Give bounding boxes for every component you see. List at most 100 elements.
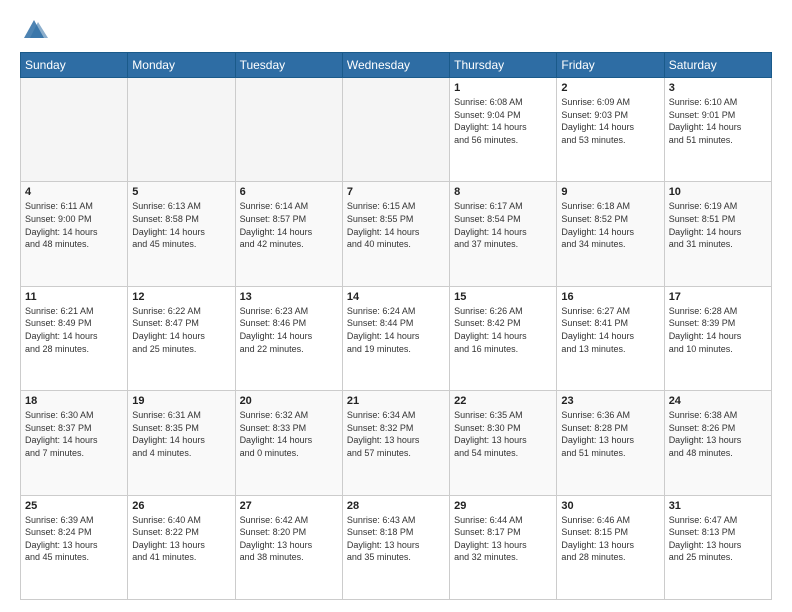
calendar-cell: 27 Sunrise: 6:42 AM Sunset: 8:20 PM Dayli… <box>235 495 342 599</box>
day-number: 16 <box>561 291 659 303</box>
day-number: 13 <box>240 291 338 303</box>
weekday-saturday: Saturday <box>664 53 771 78</box>
day-number: 19 <box>132 395 230 407</box>
day-number: 20 <box>240 395 338 407</box>
calendar-cell: 31 Sunrise: 6:47 AM Sunset: 8:13 PM Dayli… <box>664 495 771 599</box>
day-number: 29 <box>454 500 552 512</box>
day-number: 8 <box>454 186 552 198</box>
calendar-cell: 12 Sunrise: 6:22 AM Sunset: 8:47 PM Dayli… <box>128 286 235 390</box>
calendar-cell: 3Sunrise: 6:10 AM Sunset: 9:01 PM Daylig… <box>664 78 771 182</box>
day-info: Sunrise: 6:09 AM Sunset: 9:03 PM Dayligh… <box>561 96 659 146</box>
calendar-cell: 9 Sunrise: 6:18 AM Sunset: 8:52 PM Daylig… <box>557 182 664 286</box>
calendar-cell: 23 Sunrise: 6:36 AM Sunset: 8:28 PM Dayli… <box>557 391 664 495</box>
calendar-cell: 28 Sunrise: 6:43 AM Sunset: 8:18 PM Dayli… <box>342 495 449 599</box>
calendar-cell: 2 Sunrise: 6:09 AM Sunset: 9:03 PM Daylig… <box>557 78 664 182</box>
weekday-header-row: SundayMondayTuesdayWednesdayThursdayFrid… <box>21 53 772 78</box>
day-info: Sunrise: 6:42 AM Sunset: 8:20 PM Dayligh… <box>240 514 338 564</box>
calendar-table: SundayMondayTuesdayWednesdayThursdayFrid… <box>20 52 772 600</box>
calendar-cell: 20 Sunrise: 6:32 AM Sunset: 8:33 PM Dayli… <box>235 391 342 495</box>
day-number: 17 <box>669 291 767 303</box>
calendar-cell <box>235 78 342 182</box>
calendar-cell: 26 Sunrise: 6:40 AM Sunset: 8:22 PM Dayli… <box>128 495 235 599</box>
calendar-cell: 10 Sunrise: 6:19 AM Sunset: 8:51 PM Dayli… <box>664 182 771 286</box>
week-row-5: 25Sunrise: 6:39 AM Sunset: 8:24 PM Dayli… <box>21 495 772 599</box>
day-number: 14 <box>347 291 445 303</box>
day-info: Sunrise: 6:17 AM Sunset: 8:54 PM Dayligh… <box>454 200 552 250</box>
day-info: Sunrise: 6:35 AM Sunset: 8:30 PM Dayligh… <box>454 409 552 459</box>
day-number: 24 <box>669 395 767 407</box>
calendar-cell <box>342 78 449 182</box>
day-number: 23 <box>561 395 659 407</box>
calendar-cell: 14Sunrise: 6:24 AM Sunset: 8:44 PM Dayli… <box>342 286 449 390</box>
day-number: 31 <box>669 500 767 512</box>
day-number: 10 <box>669 186 767 198</box>
day-info: Sunrise: 6:46 AM Sunset: 8:15 PM Dayligh… <box>561 514 659 564</box>
calendar-cell: 15 Sunrise: 6:26 AM Sunset: 8:42 PM Dayli… <box>450 286 557 390</box>
weekday-wednesday: Wednesday <box>342 53 449 78</box>
calendar-cell: 19 Sunrise: 6:31 AM Sunset: 8:35 PM Dayli… <box>128 391 235 495</box>
calendar-cell: 18 Sunrise: 6:30 AM Sunset: 8:37 PM Dayli… <box>21 391 128 495</box>
calendar-cell: 16 Sunrise: 6:27 AM Sunset: 8:41 PM Dayli… <box>557 286 664 390</box>
day-number: 2 <box>561 82 659 94</box>
day-number: 6 <box>240 186 338 198</box>
day-info: Sunrise: 6:08 AM Sunset: 9:04 PM Dayligh… <box>454 96 552 146</box>
calendar-cell <box>21 78 128 182</box>
day-info: Sunrise: 6:43 AM Sunset: 8:18 PM Dayligh… <box>347 514 445 564</box>
day-info: Sunrise: 6:28 AM Sunset: 8:39 PM Dayligh… <box>669 305 767 355</box>
calendar-cell: 22Sunrise: 6:35 AM Sunset: 8:30 PM Dayli… <box>450 391 557 495</box>
weekday-sunday: Sunday <box>21 53 128 78</box>
day-info: Sunrise: 6:19 AM Sunset: 8:51 PM Dayligh… <box>669 200 767 250</box>
day-number: 26 <box>132 500 230 512</box>
calendar-cell: 17 Sunrise: 6:28 AM Sunset: 8:39 PM Dayli… <box>664 286 771 390</box>
weekday-thursday: Thursday <box>450 53 557 78</box>
calendar-cell: 30 Sunrise: 6:46 AM Sunset: 8:15 PM Dayli… <box>557 495 664 599</box>
day-info: Sunrise: 6:31 AM Sunset: 8:35 PM Dayligh… <box>132 409 230 459</box>
calendar-cell: 1 Sunrise: 6:08 AM Sunset: 9:04 PM Daylig… <box>450 78 557 182</box>
day-info: Sunrise: 6:47 AM Sunset: 8:13 PM Dayligh… <box>669 514 767 564</box>
day-info: Sunrise: 6:14 AM Sunset: 8:57 PM Dayligh… <box>240 200 338 250</box>
calendar-cell: 21 Sunrise: 6:34 AM Sunset: 8:32 PM Dayli… <box>342 391 449 495</box>
day-number: 5 <box>132 186 230 198</box>
day-number: 21 <box>347 395 445 407</box>
day-info: Sunrise: 6:22 AM Sunset: 8:47 PM Dayligh… <box>132 305 230 355</box>
day-info: Sunrise: 6:38 AM Sunset: 8:26 PM Dayligh… <box>669 409 767 459</box>
calendar-cell: 7Sunrise: 6:15 AM Sunset: 8:55 PM Daylig… <box>342 182 449 286</box>
day-number: 15 <box>454 291 552 303</box>
day-number: 3 <box>669 82 767 94</box>
day-info: Sunrise: 6:30 AM Sunset: 8:37 PM Dayligh… <box>25 409 123 459</box>
logo-icon <box>20 16 48 44</box>
day-info: Sunrise: 6:34 AM Sunset: 8:32 PM Dayligh… <box>347 409 445 459</box>
day-number: 11 <box>25 291 123 303</box>
day-number: 4 <box>25 186 123 198</box>
page: SundayMondayTuesdayWednesdayThursdayFrid… <box>0 0 792 612</box>
day-number: 9 <box>561 186 659 198</box>
day-info: Sunrise: 6:21 AM Sunset: 8:49 PM Dayligh… <box>25 305 123 355</box>
weekday-monday: Monday <box>128 53 235 78</box>
calendar-cell: 24 Sunrise: 6:38 AM Sunset: 8:26 PM Dayli… <box>664 391 771 495</box>
calendar-cell: 8 Sunrise: 6:17 AM Sunset: 8:54 PM Daylig… <box>450 182 557 286</box>
calendar-cell: 25Sunrise: 6:39 AM Sunset: 8:24 PM Dayli… <box>21 495 128 599</box>
week-row-4: 18 Sunrise: 6:30 AM Sunset: 8:37 PM Dayli… <box>21 391 772 495</box>
day-number: 1 <box>454 82 552 94</box>
calendar-cell: 29Sunrise: 6:44 AM Sunset: 8:17 PM Dayli… <box>450 495 557 599</box>
day-number: 28 <box>347 500 445 512</box>
day-number: 27 <box>240 500 338 512</box>
week-row-3: 11 Sunrise: 6:21 AM Sunset: 8:49 PM Dayli… <box>21 286 772 390</box>
day-number: 12 <box>132 291 230 303</box>
day-info: Sunrise: 6:32 AM Sunset: 8:33 PM Dayligh… <box>240 409 338 459</box>
calendar-cell: 11 Sunrise: 6:21 AM Sunset: 8:49 PM Dayli… <box>21 286 128 390</box>
day-info: Sunrise: 6:39 AM Sunset: 8:24 PM Dayligh… <box>25 514 123 564</box>
day-info: Sunrise: 6:13 AM Sunset: 8:58 PM Dayligh… <box>132 200 230 250</box>
day-info: Sunrise: 6:18 AM Sunset: 8:52 PM Dayligh… <box>561 200 659 250</box>
logo <box>20 16 52 44</box>
header <box>20 16 772 44</box>
day-info: Sunrise: 6:26 AM Sunset: 8:42 PM Dayligh… <box>454 305 552 355</box>
day-info: Sunrise: 6:27 AM Sunset: 8:41 PM Dayligh… <box>561 305 659 355</box>
calendar-cell: 5 Sunrise: 6:13 AM Sunset: 8:58 PM Daylig… <box>128 182 235 286</box>
day-number: 18 <box>25 395 123 407</box>
calendar-cell: 6 Sunrise: 6:14 AM Sunset: 8:57 PM Daylig… <box>235 182 342 286</box>
day-number: 30 <box>561 500 659 512</box>
day-info: Sunrise: 6:40 AM Sunset: 8:22 PM Dayligh… <box>132 514 230 564</box>
calendar-cell <box>128 78 235 182</box>
day-info: Sunrise: 6:36 AM Sunset: 8:28 PM Dayligh… <box>561 409 659 459</box>
